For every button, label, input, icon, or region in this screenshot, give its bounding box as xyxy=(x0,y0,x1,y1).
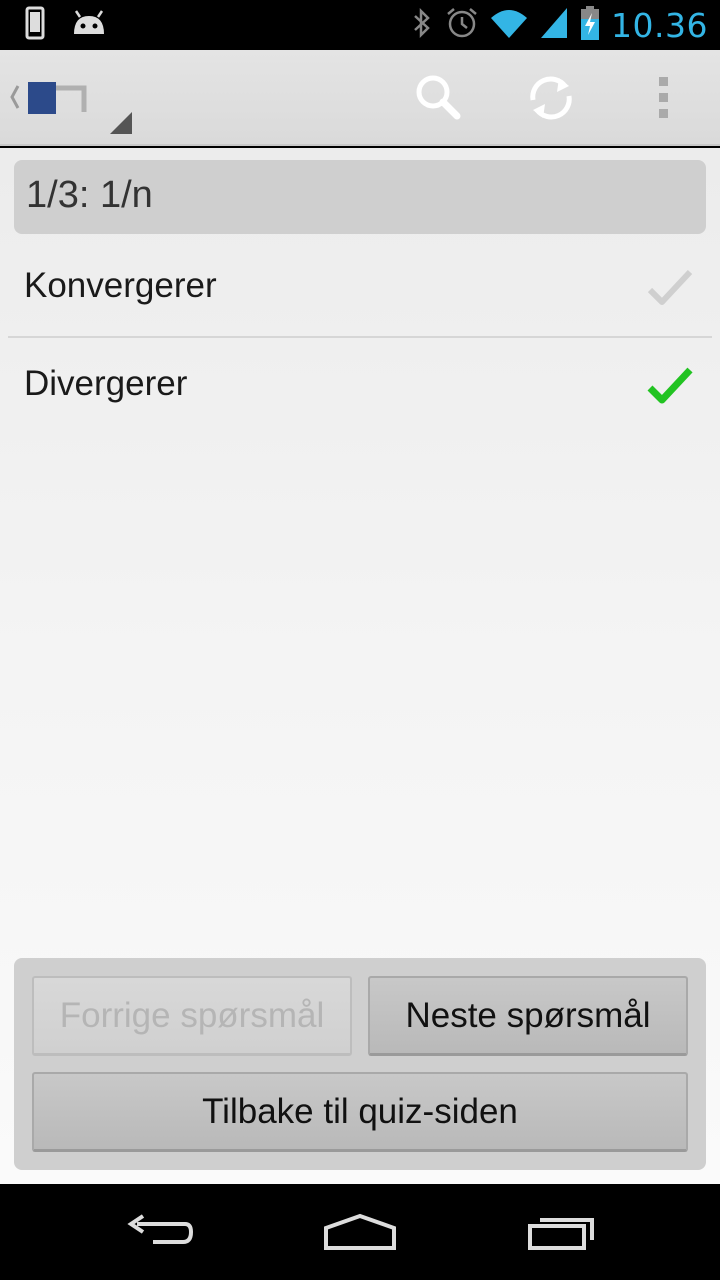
overflow-menu-button[interactable] xyxy=(628,66,698,130)
refresh-button[interactable] xyxy=(516,66,586,130)
app-logo-icon xyxy=(10,82,132,134)
phone-vibrate-icon xyxy=(22,6,48,45)
status-bar: 10.36 xyxy=(0,0,720,50)
android-icon xyxy=(70,8,108,43)
search-button[interactable] xyxy=(404,66,474,130)
wifi-icon xyxy=(489,6,529,45)
search-icon xyxy=(416,75,461,120)
status-clock: 10.36 xyxy=(611,5,708,45)
question-header: 1/3: 1/n xyxy=(14,160,706,234)
home-icon xyxy=(324,1213,396,1250)
alarm-icon xyxy=(445,6,479,45)
next-question-button[interactable]: Neste spørsmål xyxy=(368,976,688,1056)
system-icons: 10.36 xyxy=(409,5,708,46)
nav-home-button[interactable] xyxy=(310,1204,410,1260)
navigation-button-panel: Forrige spørsmål Neste spørsmål Tilbake … xyxy=(14,958,706,1170)
notification-icons xyxy=(22,6,108,45)
refresh-icon xyxy=(530,76,572,120)
answer-divider xyxy=(8,336,712,338)
recent-apps-icon xyxy=(528,1218,594,1250)
signal-icon xyxy=(539,6,569,45)
answer-label: Konvergerer xyxy=(24,266,217,305)
action-bar xyxy=(0,50,720,146)
question-title: 1/3: 1/n xyxy=(26,174,153,216)
back-icon xyxy=(127,1214,194,1244)
app-home-button[interactable] xyxy=(6,70,140,136)
check-icon-inactive[interactable] xyxy=(646,266,694,310)
previous-question-button[interactable]: Forrige spørsmål xyxy=(32,976,352,1056)
nav-recent-apps-button[interactable] xyxy=(512,1204,612,1260)
answer-option[interactable]: Divergerer xyxy=(8,340,712,436)
overflow-menu-icon xyxy=(659,77,668,118)
check-icon-correct[interactable] xyxy=(646,364,694,408)
battery-charging-icon xyxy=(579,5,601,46)
back-to-quiz-button[interactable]: Tilbake til quiz-siden xyxy=(32,1072,688,1152)
bluetooth-icon xyxy=(409,6,435,45)
system-navigation-bar xyxy=(0,1184,720,1280)
quiz-content: 1/3: 1/n Konvergerer Divergerer Forrige … xyxy=(0,148,720,1184)
answer-label: Divergerer xyxy=(24,364,188,403)
nav-back-button[interactable] xyxy=(110,1204,210,1260)
answer-option[interactable]: Konvergerer xyxy=(8,242,712,338)
